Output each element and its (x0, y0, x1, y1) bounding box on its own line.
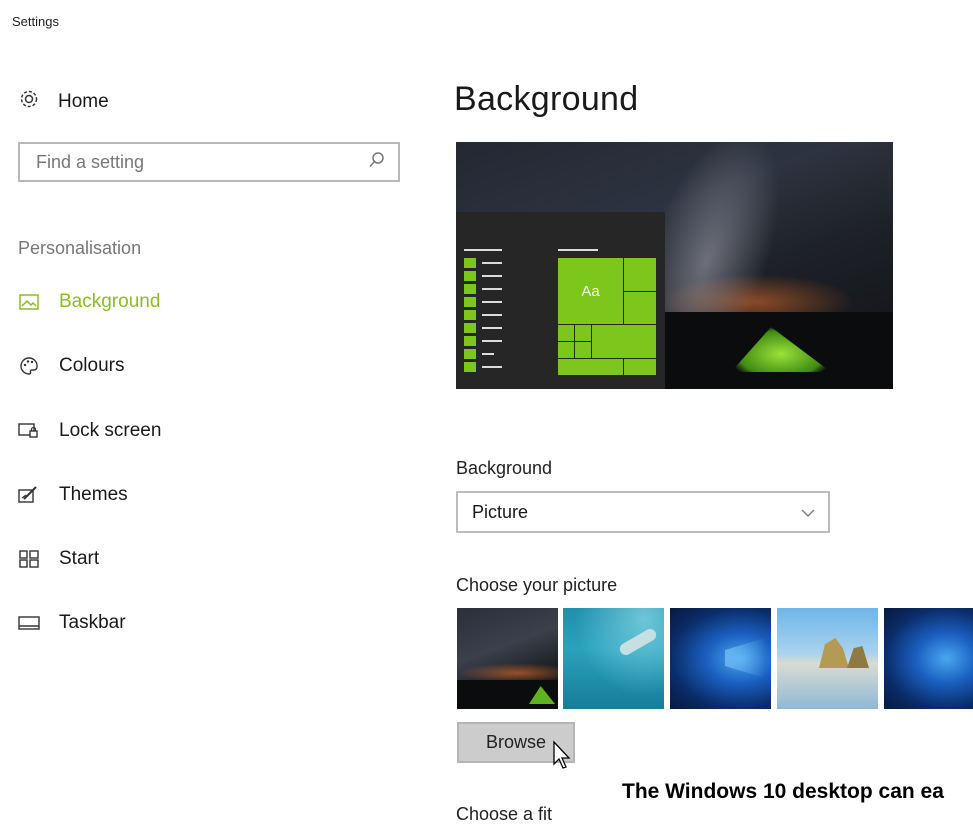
select-value: Picture (472, 501, 529, 522)
choose-picture-label: Choose your picture (456, 575, 618, 595)
sidebar-item-label: Background (59, 291, 161, 312)
thumbnail-windows-blue-2[interactable] (884, 608, 973, 709)
sidebar-item-label: Start (59, 548, 100, 569)
preview-start-menu: Aa (456, 212, 665, 389)
taskbar-icon (18, 612, 40, 634)
gear-icon (18, 88, 40, 116)
page-title: Background (454, 80, 639, 118)
sidebar-item-label: Taskbar (59, 612, 126, 633)
start-icon (18, 548, 40, 570)
caption-text: The Windows 10 desktop can ea (622, 780, 944, 803)
section-label: Personalisation (18, 238, 142, 258)
preview-tile-large: Aa (557, 257, 624, 325)
mouse-cursor-icon (552, 740, 572, 775)
sidebar-item-label: Lock screen (59, 420, 162, 441)
sidebar-item-start[interactable]: Start (18, 548, 398, 570)
choose-fit-label: Choose a fit (456, 804, 553, 824)
search-icon[interactable] (368, 151, 386, 174)
thumbnail-windows-blue-1[interactable] (670, 608, 771, 709)
sidebar-item-background[interactable]: Background (18, 291, 398, 313)
search-input[interactable] (34, 150, 368, 174)
background-type-select[interactable]: Picture (456, 491, 830, 533)
themes-icon (18, 484, 40, 506)
home-label: Home (58, 91, 109, 112)
picture-icon (18, 291, 40, 313)
palette-icon (18, 355, 40, 377)
window-title: Settings (12, 14, 59, 29)
lock-screen-icon (18, 420, 40, 442)
sidebar-item-label: Colours (59, 355, 125, 376)
sidebar-item-taskbar[interactable]: Taskbar (18, 612, 398, 634)
thumbnail-underwater-swimmer[interactable] (563, 608, 664, 709)
chevron-down-icon (800, 502, 816, 523)
preview-tile-label: Aa (581, 282, 600, 300)
search-box[interactable] (18, 142, 400, 182)
sidebar-item-colours[interactable]: Colours (18, 355, 398, 377)
background-label: Background (456, 458, 553, 478)
sidebar-item-label: Themes (59, 484, 128, 505)
background-preview: Aa (456, 142, 893, 389)
thumbnail-beach-rocks[interactable] (777, 608, 878, 709)
sidebar-item-themes[interactable]: Themes (18, 484, 398, 506)
sidebar-home[interactable]: Home (18, 88, 109, 116)
thumbnail-night-sky-tent[interactable] (457, 608, 558, 709)
sidebar-item-lock-screen[interactable]: Lock screen (18, 420, 398, 442)
